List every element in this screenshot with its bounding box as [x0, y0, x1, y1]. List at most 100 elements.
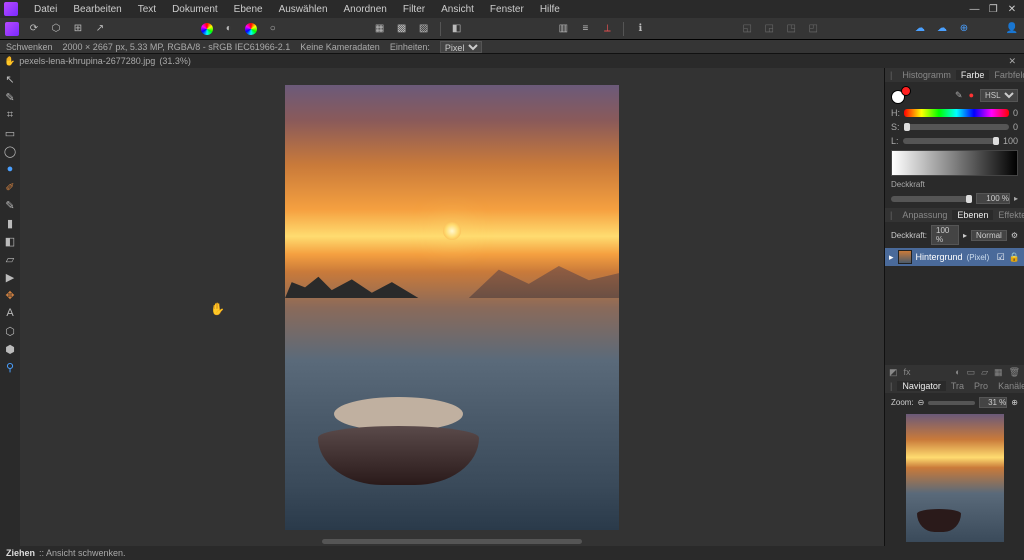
- select-icon-1[interactable]: ▦: [372, 21, 388, 37]
- persona-liquify-icon[interactable]: ⟳: [26, 21, 42, 37]
- tab-anpassung[interactable]: Anpassung: [897, 210, 952, 220]
- persona-develop-icon[interactable]: ⬡: [48, 21, 64, 37]
- snap-icon-2[interactable]: ≡: [577, 21, 593, 37]
- layer-fx-icon[interactable]: fx: [904, 367, 911, 377]
- adjust-icon-4[interactable]: ○: [265, 21, 281, 37]
- layer-mask-icon[interactable]: ◩: [889, 367, 898, 378]
- tool-play[interactable]: ▶: [3, 270, 17, 284]
- units-select[interactable]: Pixel: [440, 41, 482, 53]
- zoom-slider[interactable]: [928, 401, 975, 405]
- hue-slider[interactable]: [904, 109, 1009, 117]
- snap-icon-1[interactable]: ▥: [555, 21, 571, 37]
- snap-icon-3[interactable]: ⟂: [599, 21, 615, 37]
- adjust-icon-3[interactable]: [243, 21, 259, 37]
- arrange-icon-2[interactable]: ◲: [761, 21, 777, 37]
- tool-select-rect[interactable]: ▭: [3, 126, 17, 140]
- zoom-in-icon[interactable]: ⊕: [1011, 398, 1018, 407]
- tool-text[interactable]: A: [3, 306, 17, 320]
- menu-ansicht[interactable]: Ansicht: [433, 4, 482, 15]
- menu-filter[interactable]: Filter: [395, 4, 433, 15]
- persona-tone-icon[interactable]: ⊞: [70, 21, 86, 37]
- tab-transform[interactable]: Tra: [946, 381, 969, 391]
- opacity-step-icon[interactable]: ▸: [1014, 194, 1018, 203]
- gradient-preview[interactable]: [891, 150, 1018, 176]
- layer-delete-icon[interactable]: 🗑: [1009, 367, 1020, 378]
- opacity-slider[interactable]: [891, 196, 972, 202]
- persona-photo-icon[interactable]: [4, 21, 20, 37]
- document-close-icon[interactable]: ✕: [1008, 56, 1020, 67]
- tab-effekte[interactable]: Effekte: [993, 210, 1024, 220]
- menu-ebene[interactable]: Ebene: [226, 4, 271, 15]
- chevron-right-icon[interactable]: ▸: [889, 252, 894, 263]
- tab-histogramm[interactable]: Histogramm: [897, 70, 956, 80]
- tool-zoom[interactable]: ⚲: [3, 360, 17, 374]
- menu-auswaehlen[interactable]: Auswählen: [271, 4, 336, 15]
- tool-pencil[interactable]: ✎: [3, 198, 17, 212]
- opacity-input[interactable]: [976, 193, 1010, 204]
- menu-text[interactable]: Text: [130, 4, 164, 15]
- assist-icon[interactable]: ℹ: [632, 21, 648, 37]
- cloud-icon-1[interactable]: ☁: [912, 21, 928, 37]
- tool-flood[interactable]: ●: [3, 162, 17, 176]
- color-mode-select[interactable]: HSL: [980, 89, 1018, 102]
- tool-select-ellipse[interactable]: ◯: [3, 144, 17, 158]
- select-icon-3[interactable]: ▨: [416, 21, 432, 37]
- layer-row[interactable]: ▸ Hintergrund (Pixel) ☑ 🔒: [885, 248, 1024, 266]
- adjust-icon-2[interactable]: ◐: [221, 21, 237, 37]
- cloud-icon-2[interactable]: ☁: [934, 21, 950, 37]
- layer-pixel-icon[interactable]: ▦: [994, 367, 1003, 378]
- tab-kanaele[interactable]: Kanäle: [993, 381, 1024, 391]
- tool-clone[interactable]: ✥: [3, 288, 17, 302]
- document-canvas[interactable]: [285, 85, 619, 530]
- tool-shape[interactable]: ⬡: [3, 324, 17, 338]
- zoom-input[interactable]: [979, 397, 1007, 408]
- navigator-thumbnail[interactable]: [906, 414, 1004, 542]
- menu-hilfe[interactable]: Hilfe: [532, 4, 568, 15]
- layer-lock-icon[interactable]: 🔒: [1009, 252, 1020, 263]
- horizontal-scrollbar[interactable]: [322, 539, 581, 544]
- layer-blend-combo[interactable]: Normal: [971, 230, 1007, 241]
- select-icon-2[interactable]: ▩: [394, 21, 410, 37]
- canvas-area[interactable]: ✋: [20, 68, 884, 546]
- menu-anordnen[interactable]: Anordnen: [336, 4, 395, 15]
- arrange-icon-4[interactable]: ◰: [805, 21, 821, 37]
- color-swatch[interactable]: [891, 86, 909, 104]
- arrange-icon-1[interactable]: ◱: [739, 21, 755, 37]
- adjust-icon-1[interactable]: [199, 21, 215, 37]
- layer-settings-icon[interactable]: ⚙: [1011, 231, 1018, 240]
- tab-farbe[interactable]: Farbe: [956, 70, 990, 80]
- maximize-button[interactable]: ❐: [985, 4, 1001, 15]
- document-tab[interactable]: ✋ pexels-lena-khrupina-2677280.jpg (31.3…: [4, 56, 191, 67]
- tab-farbfelder[interactable]: Farbfelder: [989, 70, 1024, 80]
- menu-fenster[interactable]: Fenster: [482, 4, 532, 15]
- menu-datei[interactable]: Datei: [26, 4, 65, 15]
- close-button[interactable]: ✕: [1004, 4, 1020, 15]
- layer-opacity-combo[interactable]: 100 %: [931, 225, 959, 245]
- picker-dot-icon[interactable]: ●: [969, 90, 974, 100]
- menu-bearbeiten[interactable]: Bearbeiten: [65, 4, 129, 15]
- minimize-button[interactable]: —: [966, 4, 982, 15]
- tool-eraser[interactable]: ▱: [3, 252, 17, 266]
- share-icon[interactable]: ↗: [92, 21, 108, 37]
- menu-dokument[interactable]: Dokument: [164, 4, 226, 15]
- tab-protokoll[interactable]: Pro: [969, 381, 993, 391]
- picker-icon[interactable]: ✎: [955, 90, 963, 101]
- tool-pen[interactable]: ✎: [3, 90, 17, 104]
- layer-add-icon[interactable]: ▱: [981, 367, 988, 378]
- tool-fill[interactable]: ▮: [3, 216, 17, 230]
- tab-ebenen[interactable]: Ebenen: [952, 210, 993, 220]
- tool-move[interactable]: ↖: [3, 72, 17, 86]
- layer-adjust-icon[interactable]: ◐: [955, 367, 960, 377]
- layer-group-icon[interactable]: ▭: [967, 367, 976, 378]
- layer-visible-checkbox[interactable]: ☑: [997, 252, 1005, 263]
- tool-mesh[interactable]: ⬢: [3, 342, 17, 356]
- saturation-slider[interactable]: [904, 124, 1009, 130]
- arrange-icon-3[interactable]: ◳: [783, 21, 799, 37]
- account-icon[interactable]: 👤: [1004, 21, 1020, 37]
- cloud-icon-3[interactable]: ⊕: [956, 21, 972, 37]
- tool-crop[interactable]: ⌗: [3, 108, 17, 122]
- lightness-slider[interactable]: [903, 138, 999, 144]
- tab-navigator[interactable]: Navigator: [897, 381, 946, 391]
- zoom-out-icon[interactable]: ⊖: [918, 398, 925, 407]
- tool-gradient[interactable]: ◧: [3, 234, 17, 248]
